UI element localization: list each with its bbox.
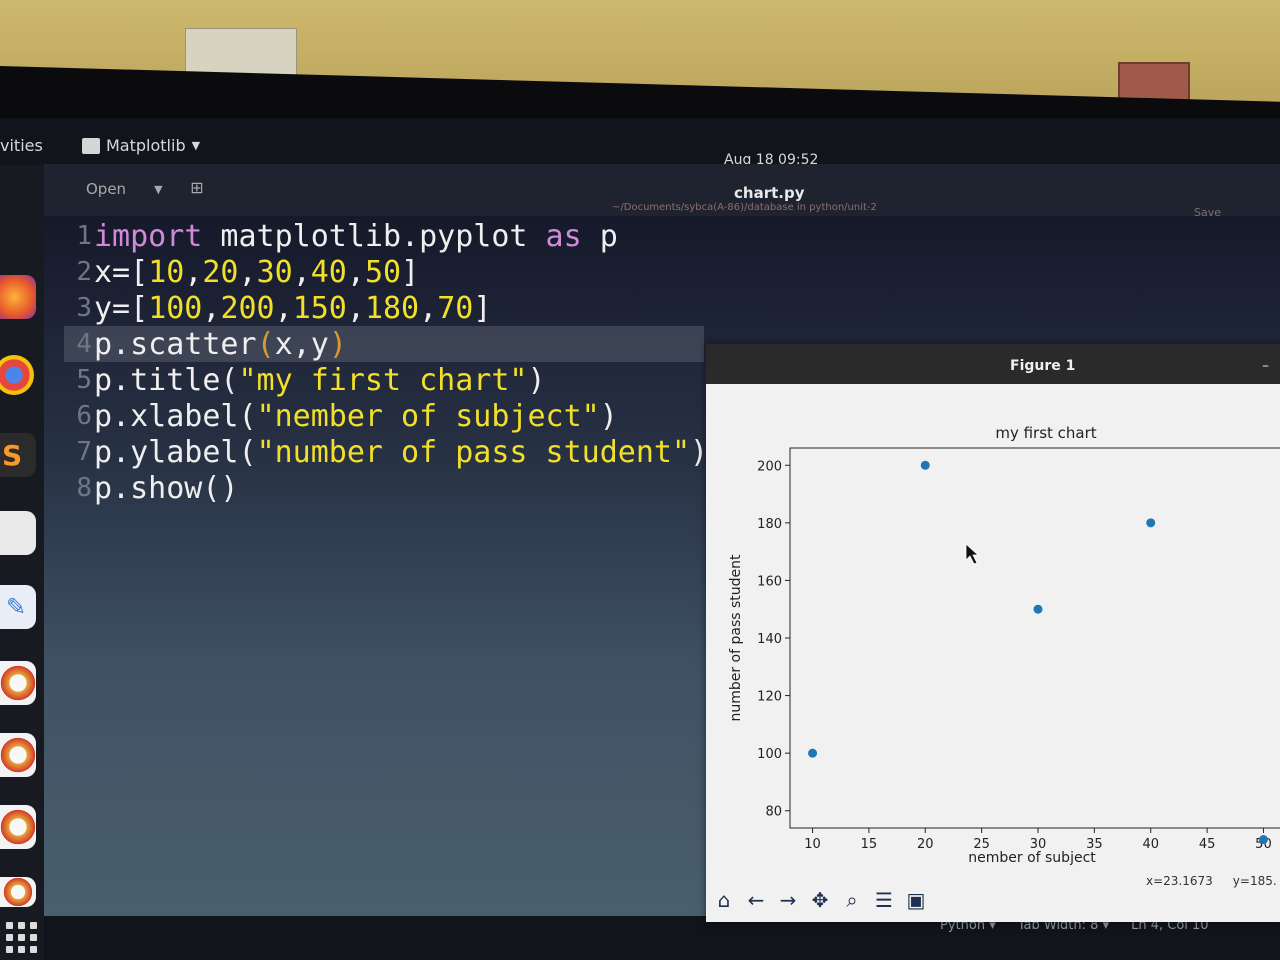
open-button[interactable]: Open ▼ [64, 174, 174, 204]
open-button-label: Open [86, 180, 127, 198]
scatter-point [1146, 518, 1156, 528]
gnome-top-bar: vities Matplotlib ▼ Aug 18 09:52 [0, 128, 1280, 168]
zoom-icon[interactable]: ⌕ [838, 886, 866, 914]
x-tick-label: 20 [917, 837, 934, 852]
save-figure-icon[interactable]: ▣ [902, 886, 930, 914]
app-icon-4[interactable] [0, 877, 36, 907]
cursor-coordinates: x=23.1673 y=185. [1146, 874, 1277, 888]
pan-icon[interactable]: ✥ [806, 886, 834, 914]
y-tick-label: 100 [757, 747, 782, 762]
figure-window-title: Figure 1 [1010, 358, 1076, 374]
y-axis: 80 100 120 140 160 180 200 [757, 459, 790, 820]
scatter-point [808, 748, 818, 758]
document-title: chart.py [734, 184, 805, 202]
forward-arrow-icon[interactable]: → [774, 886, 802, 914]
line-number: 2 [76, 257, 92, 287]
app-icon-2[interactable] [0, 733, 36, 777]
activities-button[interactable]: vities [0, 136, 43, 155]
home-icon[interactable]: ⌂ [710, 886, 738, 914]
dock: S ✎ [0, 165, 44, 960]
show-applications-icon[interactable] [6, 922, 37, 953]
line-number: 3 [76, 293, 92, 323]
y-tick-label: 140 [757, 632, 782, 647]
matplotlib-app-icon [82, 137, 100, 154]
scatter-series [808, 460, 1268, 845]
chevron-down-icon: ▼ [154, 182, 163, 196]
scatter-chart[interactable]: my first chart 10 15 20 25 30 35 40 45 50 801001… [706, 384, 1280, 878]
y-tick-label: 180 [757, 517, 782, 532]
x-tick-label: 10 [804, 837, 821, 852]
code-line[interactable]: 5 p.title("my first chart") [64, 362, 545, 398]
y-tick-label: 80 [765, 805, 782, 820]
scatter-point [920, 460, 930, 470]
line-number: 5 [76, 365, 92, 395]
y-axis-label: number of pass student [728, 554, 744, 722]
configure-subplots-icon[interactable]: ☰ [870, 886, 898, 914]
figure-titlebar[interactable]: Figure 1 – [706, 344, 1280, 384]
app-icon-1[interactable] [0, 661, 36, 705]
app-menu[interactable]: Matplotlib ▼ [82, 136, 200, 155]
line-number: 1 [76, 221, 92, 251]
line-number: 6 [76, 401, 92, 431]
line-number: 4 [76, 329, 92, 359]
x-axis-label: nember of subject [968, 850, 1096, 866]
cursor-y-readout: y=185. [1232, 874, 1277, 888]
code-line[interactable]: 6 p.xlabel("nember of subject") [64, 398, 617, 434]
chart-title: my first chart [995, 424, 1096, 442]
firefox-icon[interactable] [0, 275, 36, 319]
figure-window[interactable]: Figure 1 – my first chart 10 15 20 25 30 35 40… [706, 344, 1280, 922]
plot-axes [789, 447, 1280, 829]
code-line[interactable]: 2 x=[10, 20, 30, 40, 50] [64, 254, 419, 290]
code-line[interactable]: 8 p.show() [64, 470, 238, 506]
scatter-point [1033, 604, 1043, 614]
mouse-cursor-icon [965, 543, 980, 565]
chevron-down-icon: ▼ [191, 139, 201, 152]
files-icon[interactable] [0, 511, 36, 555]
y-tick-label: 200 [757, 459, 782, 474]
y-tick-label: 160 [757, 574, 782, 589]
x-tick-label: 40 [1142, 837, 1159, 852]
sublime-text-icon[interactable]: S [0, 433, 36, 477]
code-line-current[interactable]: 4 p.scatter(x,y) [64, 326, 704, 362]
text-editor-icon[interactable]: ✎ [0, 585, 36, 629]
new-document-icon[interactable]: ⊞ [184, 178, 210, 202]
code-line[interactable]: 3 y=[100, 200, 150, 180, 70] [64, 290, 491, 326]
line-number: 8 [76, 473, 92, 503]
code-line[interactable]: 1 import matplotlib.pyplot as p [64, 218, 617, 254]
editor-header-bar: Open ▼ ⊞ chart.py ~/Documents/sybca(A-86… [44, 164, 1280, 219]
scatter-point [1258, 835, 1268, 845]
app-menu-label: Matplotlib [106, 136, 186, 155]
chrome-icon[interactable] [0, 355, 34, 395]
app-icon-3[interactable] [0, 805, 36, 849]
back-arrow-icon[interactable]: ← [742, 886, 770, 914]
document-path: ~/Documents/sybca(A-86)/database in pyth… [612, 202, 877, 213]
x-tick-label: 15 [861, 837, 878, 852]
y-tick-label: 120 [757, 690, 782, 705]
cursor-x-readout: x=23.1673 [1146, 874, 1213, 888]
minimize-icon[interactable]: – [1262, 358, 1269, 374]
x-tick-label: 45 [1199, 837, 1216, 852]
line-number: 7 [76, 437, 92, 467]
x-axis: 10 15 20 25 30 35 40 45 50 [804, 828, 1272, 852]
code-line[interactable]: 7 p.ylabel("number of pass student") [64, 434, 708, 470]
